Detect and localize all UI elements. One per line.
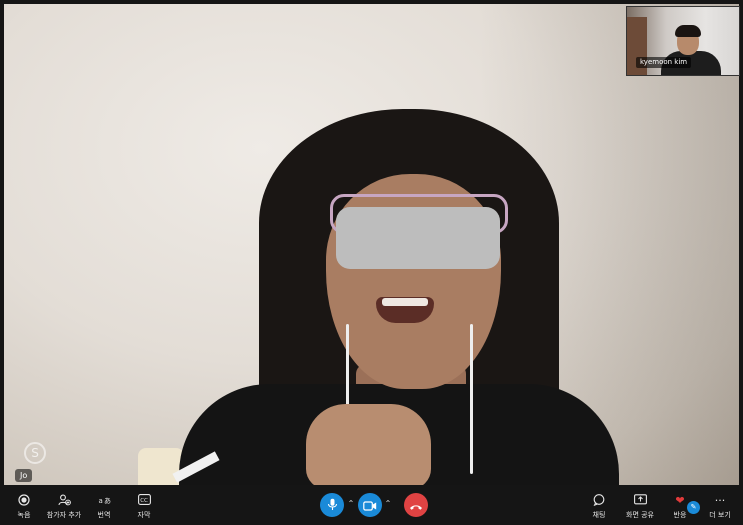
more-label: 더 보기 bbox=[709, 511, 731, 519]
hand bbox=[306, 404, 431, 485]
cc-icon: CC bbox=[124, 494, 164, 508]
record-label: 녹음 bbox=[17, 511, 31, 519]
hang-up-icon bbox=[409, 496, 423, 515]
share-screen-label: 화면 공유 bbox=[626, 511, 654, 519]
more-icon: ··· bbox=[714, 494, 726, 507]
translate-label: 번역 bbox=[97, 511, 111, 519]
end-call-button[interactable] bbox=[404, 493, 428, 517]
svg-text:あ: あ bbox=[104, 497, 111, 505]
add-participant-button[interactable]: 참가자 추가 bbox=[44, 494, 84, 520]
remote-video: S Jo bbox=[4, 4, 739, 485]
microphone-icon bbox=[327, 496, 338, 515]
chat-label: 채팅 bbox=[592, 511, 606, 519]
call-toolbar: 녹음 참가자 추가 aあ 번역 CC 자막 ⌃ ⌃ 채팅 화면 공유 ❤ 반응 … bbox=[0, 485, 743, 525]
subtitles-button[interactable]: CC 자막 bbox=[124, 494, 164, 520]
svg-text:a: a bbox=[98, 497, 102, 505]
translate-button[interactable]: aあ 번역 bbox=[84, 494, 124, 520]
pen-badge-icon: ✎ bbox=[687, 501, 700, 514]
translate-icon: aあ bbox=[84, 494, 124, 508]
camera-options-chevron-icon[interactable]: ⌃ bbox=[383, 499, 393, 509]
earphone-cable-right bbox=[470, 324, 473, 474]
add-participant-label: 참가자 추가 bbox=[46, 511, 82, 519]
more-button[interactable]: ··· 더 보기 bbox=[700, 494, 740, 520]
video-camera-icon bbox=[363, 496, 377, 515]
share-screen-icon bbox=[620, 494, 660, 508]
svg-text:CC: CC bbox=[140, 498, 148, 504]
add-person-icon bbox=[44, 494, 84, 508]
skype-call-window: S Jo kyemoon kim 녹음 참가자 추가 aあ 번역 CC 자막 ⌃… bbox=[0, 0, 743, 525]
self-view[interactable]: kyemoon kim bbox=[626, 6, 740, 76]
self-view-name-label: kyemoon kim bbox=[636, 57, 692, 68]
record-button[interactable]: 녹음 bbox=[4, 494, 44, 520]
microphone-button[interactable] bbox=[320, 493, 344, 517]
participant-name-tag: Jo bbox=[15, 469, 33, 482]
microphone-options-chevron-icon[interactable]: ⌃ bbox=[346, 499, 356, 509]
share-screen-button[interactable]: 화면 공유 bbox=[620, 494, 660, 520]
teeth bbox=[382, 298, 428, 306]
skype-logo-icon: S bbox=[24, 442, 46, 464]
face-blur-box bbox=[336, 207, 500, 269]
self-view-hair bbox=[675, 25, 701, 37]
record-icon bbox=[4, 494, 44, 508]
camera-button[interactable] bbox=[358, 493, 382, 517]
subtitles-label: 자막 bbox=[137, 511, 151, 519]
chat-icon bbox=[579, 494, 619, 508]
chat-button[interactable]: 채팅 bbox=[579, 494, 619, 520]
